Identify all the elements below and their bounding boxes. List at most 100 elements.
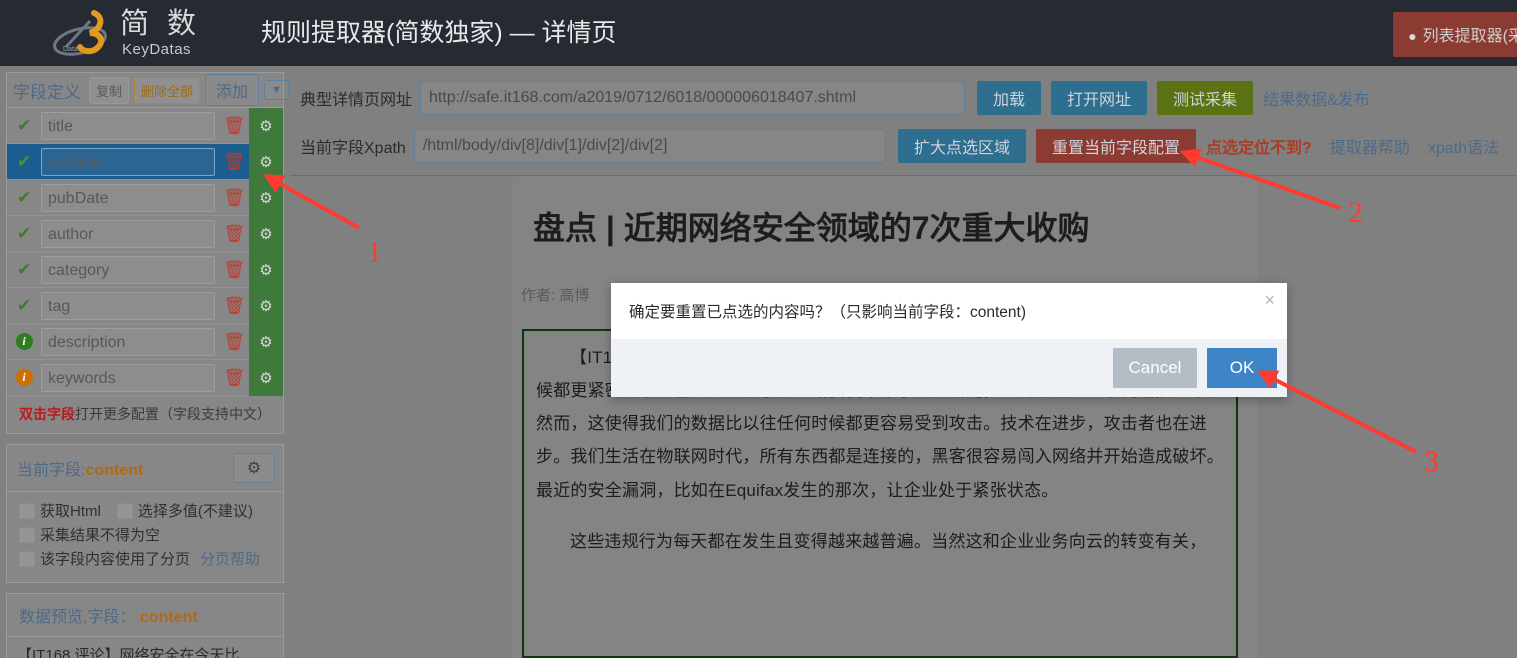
field-row-category[interactable]: ✔ category 🗑 ⚙ [7, 251, 283, 288]
add-field-button[interactable]: 添加 [205, 74, 260, 106]
trash-icon[interactable]: 🗑 [219, 296, 249, 316]
field-name-input[interactable]: author [41, 219, 215, 248]
xpath-syntax-link[interactable]: xpath语法 [1428, 134, 1499, 158]
cant-locate-link[interactable]: 点选定位不到? [1206, 134, 1312, 158]
result-publish-link[interactable]: 结果数据&发布 [1263, 86, 1370, 110]
field-name-input[interactable]: title [41, 111, 215, 140]
field-row-tag[interactable]: ✔ tag 🗑 ⚙ [7, 287, 283, 324]
svg-text:Data: Data [63, 46, 78, 53]
trash-icon[interactable]: 🗑 [219, 224, 249, 244]
field-name-input[interactable]: description [41, 327, 215, 356]
url-label: 典型详情页网址 [300, 92, 413, 109]
info-icon: i [7, 333, 41, 350]
check-icon: ✔ [16, 115, 32, 135]
check-icon: ✔ [16, 259, 32, 279]
dialog-body: × 确定要重置已点选的内容吗？（只影响当前字段：content) [611, 283, 1287, 339]
field-row-content[interactable]: ✔ content 🗑 ⚙ [7, 143, 283, 180]
expand-selection-button[interactable]: 扩大点选区域 [898, 129, 1027, 163]
field-name-input[interactable]: keywords [41, 363, 215, 392]
delete-all-button[interactable]: 删除全部 [134, 76, 201, 104]
check-icon: ✔ [16, 223, 32, 243]
trash-icon[interactable]: 🗑 [219, 188, 249, 208]
trash-icon[interactable]: 🗑 [219, 368, 249, 388]
annotation-number-1: 1 [367, 236, 382, 269]
check-icon: ✔ [16, 295, 32, 315]
dialog-message: 确定要重置已点选的内容吗？（只影响当前字段：content) [629, 304, 1027, 321]
field-options: 获取Html 选择多值(不建议) 采集结果不得为空 该字段内容使用了分页 分页帮… [7, 492, 283, 582]
option-label-get-html: 获取Html [40, 503, 101, 520]
field-name-input[interactable]: content [41, 147, 215, 176]
dialog-footer: Cancel OK [611, 339, 1287, 397]
current-field-header: 当前字段:content ⚙ [7, 445, 283, 492]
copy-button[interactable]: 复制 [89, 76, 130, 104]
field-row-author[interactable]: ✔ author 🗑 ⚙ [7, 215, 283, 252]
gear-icon[interactable]: ⚙ [249, 251, 283, 288]
trash-icon[interactable]: 🗑 [219, 116, 249, 136]
trash-icon[interactable]: 🗑 [219, 332, 249, 352]
gear-icon[interactable]: ⚙ [249, 179, 283, 216]
load-button[interactable]: 加载 [977, 81, 1042, 115]
extractor-help-link[interactable]: 提取器帮助 [1330, 134, 1410, 158]
article-title: 盘点 | 近期网络安全领域的7次重大收购 [533, 210, 1090, 246]
toolbar: 典型详情页网址 加载 打开网址 测试采集 结果数据&发布 当前字段Xpath 扩… [290, 66, 1517, 176]
page-preview-area: 盘点 | 近期网络安全领域的7次重大收购 作者: 高博 【IT168 评论】网络… [290, 177, 1517, 658]
gear-icon[interactable]: ⚙ [249, 287, 283, 324]
field-name-input[interactable]: pubDate [41, 183, 215, 212]
brand-logo[interactable]: Data 简 数 KeyDatas [50, 7, 201, 59]
gear-icon[interactable]: ⚙ [249, 143, 283, 180]
list-extractor-label: 列表提取器(采网 [1422, 28, 1517, 45]
field-row-description[interactable]: i description 🗑 ⚙ [7, 323, 283, 360]
xpath-input[interactable] [413, 129, 887, 163]
toolbar-row-url: 典型详情页网址 加载 打开网址 测试采集 结果数据&发布 [290, 74, 1517, 122]
cancel-button[interactable]: Cancel [1113, 348, 1197, 388]
field-name-input[interactable]: tag [41, 291, 215, 320]
ok-button[interactable]: OK [1207, 348, 1277, 388]
test-collect-button[interactable]: 测试采集 [1157, 81, 1254, 115]
field-name-input[interactable]: category [41, 255, 215, 284]
toolbar-row-xpath: 当前字段Xpath 扩大点选区域 重置当前字段配置 点选定位不到? 提取器帮助 … [290, 122, 1517, 170]
option-label-uses-pagination: 该字段内容使用了分页 [40, 551, 191, 568]
pagination-help-link[interactable]: 分页帮助 [200, 548, 260, 569]
url-input[interactable] [420, 81, 966, 115]
info-icon: i [7, 369, 41, 386]
option-label-multi-value: 选择多值(不建议) [137, 503, 253, 520]
annotation-number-3: 3 [1424, 445, 1439, 478]
data-preview-panel: 数据预览,字段： content 【IT168 评论】网络安全在今天比 [6, 593, 284, 658]
add-field-dropdown-icon[interactable]: ▼ [264, 80, 289, 100]
checkbox-uses-pagination[interactable] [19, 550, 35, 567]
gear-icon[interactable]: ⚙ [233, 453, 275, 483]
field-row-title[interactable]: ✔ title 🗑 ⚙ [7, 107, 283, 144]
checkbox-get-html[interactable] [19, 502, 35, 519]
option-row-2: 采集结果不得为空 [19, 524, 273, 545]
gear-icon[interactable]: ⚙ [249, 107, 283, 144]
gear-icon[interactable]: ⚙ [249, 215, 283, 252]
reset-field-config-button[interactable]: 重置当前字段配置 [1036, 129, 1197, 163]
current-field-label-wrap: 当前字段:content [17, 456, 143, 480]
field-definition-panel: 字段定义 复制 删除全部 添加 ▼ ✔ title 🗑 ⚙ ✔ content … [6, 72, 289, 434]
close-icon[interactable]: × [1264, 291, 1275, 309]
field-row-pubdate[interactable]: ✔ pubDate 🗑 ⚙ [7, 179, 283, 216]
option-row-3: 该字段内容使用了分页 分页帮助 [19, 548, 273, 569]
page-title: 规则提取器(简数独家) — 详情页 [261, 19, 617, 47]
checkbox-multi-value[interactable] [116, 502, 133, 519]
field-list: ✔ title 🗑 ⚙ ✔ content 🗑 ⚙ ✔ pubDate 🗑 ⚙ [7, 107, 283, 396]
data-preview-text: 【IT168 评论】网络安全在今天比 [17, 647, 240, 658]
left-sidebar: 字段定义 复制 删除全部 添加 ▼ ✔ title 🗑 ⚙ ✔ content … [0, 66, 290, 658]
xpath-label: 当前字段Xpath [300, 140, 406, 157]
check-icon: ✔ [16, 151, 32, 171]
gear-icon[interactable]: ⚙ [249, 359, 283, 396]
checkbox-not-empty[interactable] [19, 526, 35, 543]
trash-icon[interactable]: 🗑 [219, 260, 249, 280]
article-author: 作者: 高博 [521, 287, 590, 304]
option-row-1: 获取Html 选择多值(不建议) [19, 500, 273, 521]
trash-icon[interactable]: 🗑 [219, 152, 249, 172]
list-extractor-button[interactable]: ● 列表提取器(采网 [1393, 12, 1517, 57]
gear-icon[interactable]: ⚙ [249, 323, 283, 360]
check-icon: ✔ [16, 187, 32, 207]
current-field-value: content [85, 462, 144, 479]
option-label-not-empty: 采集结果不得为空 [40, 527, 161, 544]
field-row-keywords[interactable]: i keywords 🗑 ⚙ [7, 359, 283, 396]
app-root: Data 简 数 KeyDatas 规则提取器(简数独家) — 详情页 ● 列表提… [0, 0, 1517, 658]
open-url-button[interactable]: 打开网址 [1051, 81, 1148, 115]
logo-text-cn: 简 数 [120, 7, 202, 40]
